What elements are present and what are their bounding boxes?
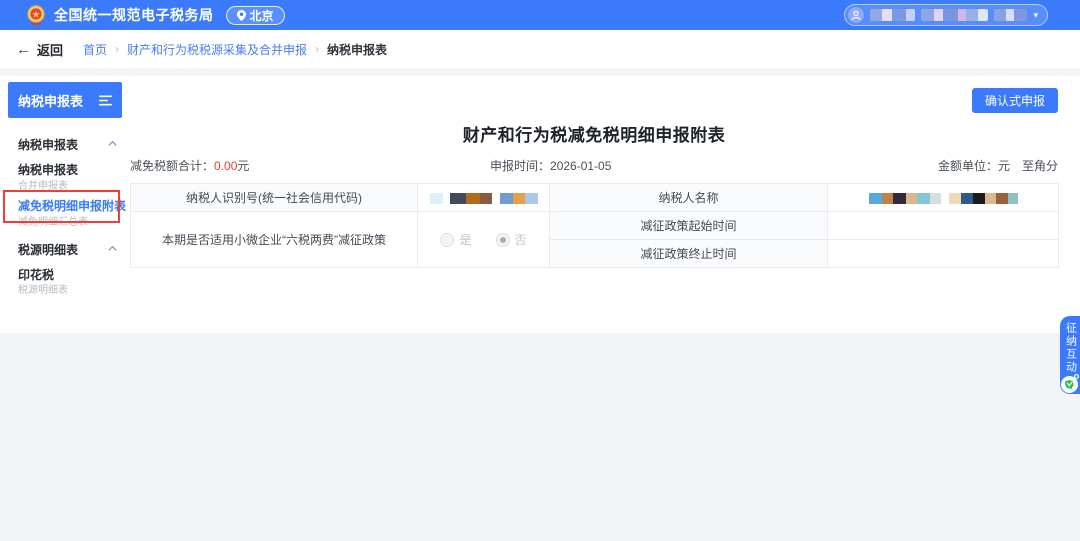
radio-yes-icon — [440, 233, 454, 247]
radio-yes-label: 是 — [459, 231, 471, 248]
app-title: 全国统一规范电子税务局 — [54, 5, 214, 25]
top-app-bar: 全国统一规范电子税务局 北京 ▾ — [0, 0, 1080, 30]
back-button[interactable]: ← 返回 — [16, 40, 63, 59]
smallbiz-policy-answer: 是 否 — [418, 212, 550, 268]
location-pin-icon — [237, 10, 246, 21]
report-time-label: 申报时间： — [490, 159, 550, 173]
radio-no-icon — [496, 233, 510, 247]
sidebar-item-tax-return-sub: 合并申报表 — [18, 177, 68, 192]
taxpayer-name-label: 纳税人名称 — [550, 184, 828, 212]
reduction-total-value: 0.00 — [214, 159, 237, 173]
declaration-table: 纳税人识别号(统一社会信用代码) 纳税人名称 本期是否适用小微企业“六税两费”减… — [130, 183, 1059, 268]
back-label: 返回 — [37, 40, 63, 59]
sidebar-header-label: 纳税申报表 — [18, 91, 83, 110]
interaction-side-tab[interactable]: 征纳互动 — [1060, 316, 1080, 394]
taxpayer-id-label: 纳税人识别号(统一社会信用代码) — [131, 184, 418, 212]
taxpayer-name-value — [828, 184, 1059, 212]
taxpayer-id-value — [418, 184, 550, 212]
notification-dot — [1074, 374, 1079, 379]
report-time: 申报时间：2026-01-05 — [490, 157, 611, 174]
sidebar-header[interactable]: 纳税申报表 — [8, 82, 122, 118]
redacted-user-text — [870, 9, 915, 21]
chevron-up-icon[interactable] — [108, 139, 117, 148]
redacted-taxpayer-name — [869, 193, 1018, 204]
chevron-up-icon[interactable] — [108, 244, 117, 253]
report-time-value: 2026-01-05 — [550, 159, 611, 173]
confirm-declaration-button[interactable]: 确认式申报 — [972, 88, 1058, 113]
interaction-tab-label: 征纳互动 — [1065, 322, 1076, 374]
sidebar-section-tax-source[interactable]: 税源明细表 — [18, 241, 78, 258]
breadcrumb-separator-icon: › — [315, 42, 319, 56]
sidebar-item-tax-return[interactable]: 纳税申报表 — [18, 161, 78, 178]
reduction-total-label: 减免税额合计： — [130, 159, 214, 173]
caret-down-icon: ▾ — [1033, 11, 1038, 20]
sidebar-section-declarations[interactable]: 纳税申报表 — [18, 136, 78, 153]
page-title: 财产和行为税减免税明细申报附表 — [130, 121, 1058, 146]
user-avatar-icon — [848, 7, 864, 23]
amount-unit-note: 金额单位：元 至角分 — [938, 157, 1058, 174]
content-panel: 纳税申报表 纳税申报表 纳税申报表 合并申报表 减免税明细申报附表 减免明细汇总… — [0, 76, 1080, 333]
location-label: 北京 — [250, 7, 274, 24]
breadcrumb-home[interactable]: 首页 — [83, 41, 107, 58]
radio-option-yes[interactable]: 是 — [440, 231, 471, 248]
breadcrumb-bar: ← 返回 首页 › 财产和行为税税源采集及合并申报 › 纳税申报表 — [0, 30, 1080, 68]
reduction-total: 减免税额合计：0.00元 — [130, 157, 249, 174]
location-switcher[interactable]: 北京 — [226, 6, 285, 25]
redacted-user-text — [994, 9, 1027, 21]
radio-group: 是 否 — [422, 231, 545, 248]
back-arrow-icon: ← — [16, 42, 31, 57]
policy-end-label: 减征政策终止时间 — [550, 240, 828, 268]
redacted-user-text — [921, 9, 988, 21]
radio-no-label: 否 — [515, 231, 527, 248]
user-account-menu[interactable]: ▾ — [844, 4, 1048, 26]
table-row: 本期是否适用小微企业“六税两费”减征政策 是 否 减征政策起始时间 — [131, 212, 1059, 240]
table-row: 纳税人识别号(统一社会信用代码) 纳税人名称 — [131, 184, 1059, 212]
smallbiz-policy-question: 本期是否适用小微企业“六税两费”减征政策 — [131, 212, 418, 268]
summary-info-row: 减免税额合计：0.00元 申报时间：2026-01-05 金额单位：元 至角分 — [130, 157, 1058, 173]
sidebar-item-stamp-tax-sub: 税源明细表 — [18, 281, 68, 296]
policy-end-value — [828, 240, 1059, 268]
radio-option-no[interactable]: 否 — [496, 231, 527, 248]
breadcrumb-current: 纳税申报表 — [327, 41, 387, 58]
policy-start-value — [828, 212, 1059, 240]
breadcrumb-separator-icon: › — [115, 42, 119, 56]
breadcrumb-collection[interactable]: 财产和行为税税源采集及合并申报 — [127, 41, 307, 58]
national-emblem-logo — [26, 5, 46, 25]
sidebar-item-reduction-detail[interactable]: 减免税明细申报附表 — [18, 197, 126, 214]
breadcrumb: 首页 › 财产和行为税税源采集及合并申报 › 纳税申报表 — [83, 41, 387, 58]
policy-start-label: 减征政策起始时间 — [550, 212, 828, 240]
menu-fold-icon — [99, 95, 112, 106]
reduction-total-unit: 元 — [237, 159, 249, 173]
redacted-taxpayer-id — [430, 193, 538, 204]
sidebar-item-reduction-detail-sub: 减免明细汇总表 — [18, 213, 88, 228]
